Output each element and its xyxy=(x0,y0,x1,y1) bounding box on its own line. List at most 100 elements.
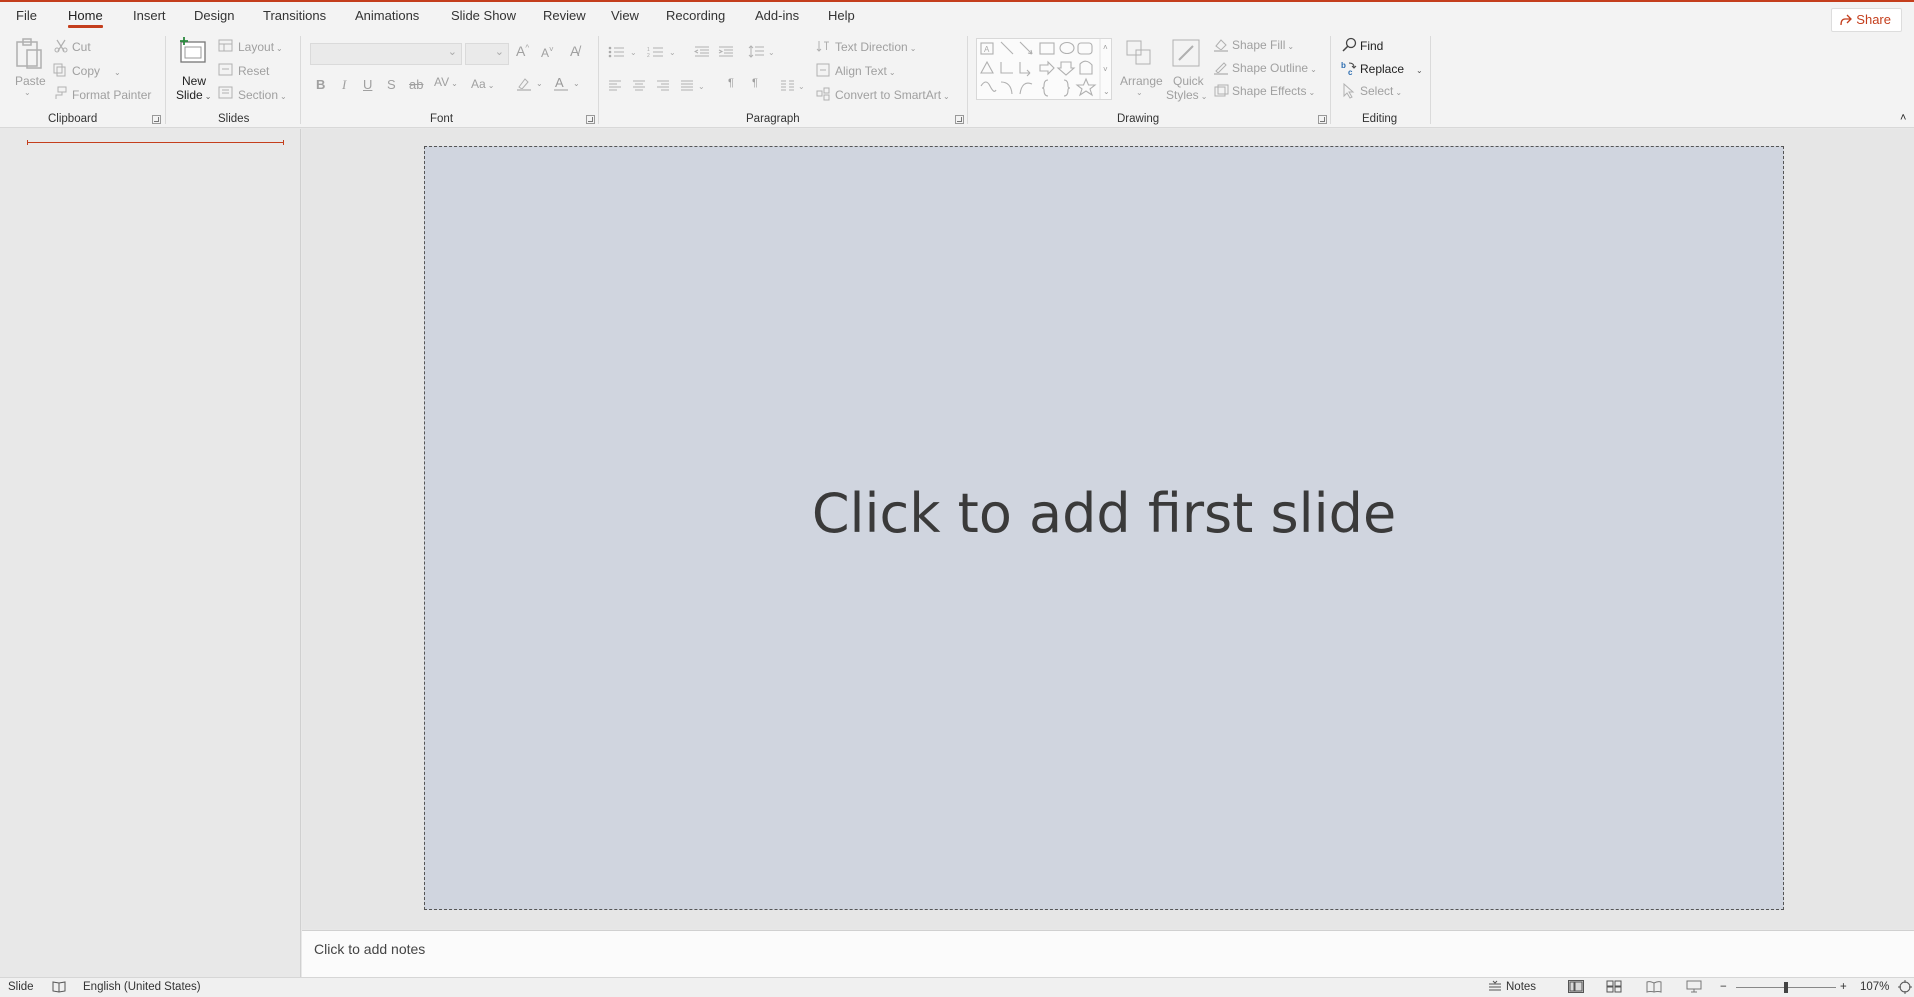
slide-sorter-icon[interactable] xyxy=(1606,980,1622,996)
bullets-icon[interactable]: ⌄ xyxy=(608,46,640,61)
decrease-indent-icon[interactable] xyxy=(693,46,710,61)
language-status[interactable]: English (United States) xyxy=(83,981,201,993)
columns-icon[interactable]: ⌄ xyxy=(780,80,810,95)
drawing-dialog-launcher[interactable] xyxy=(1318,115,1327,124)
font-name-combo[interactable] xyxy=(310,43,462,65)
zoom-in-button[interactable]: + xyxy=(1840,981,1847,993)
decrease-font-size-icon[interactable]: A˅ xyxy=(541,45,554,60)
cut-button[interactable]: Cut xyxy=(72,40,91,54)
tab-help[interactable]: Help xyxy=(828,8,855,23)
notes-toggle-button[interactable]: Notes xyxy=(1506,981,1536,993)
tab-view[interactable]: View xyxy=(611,8,639,23)
tab-transitions[interactable]: Transitions xyxy=(263,8,326,23)
arrange-button[interactable]: Arrange xyxy=(1120,74,1163,88)
tab-design[interactable]: Design xyxy=(194,8,234,23)
reset-button[interactable]: Reset xyxy=(238,64,269,78)
quick-styles-button[interactable]: Styles ⌄ xyxy=(1166,88,1207,102)
paste-button[interactable] xyxy=(14,38,44,73)
clear-formatting-icon[interactable]: A̸ xyxy=(570,43,579,59)
italic-icon[interactable]: I xyxy=(342,77,346,93)
section-button[interactable]: Section ⌄ xyxy=(238,88,287,102)
find-button[interactable]: Find xyxy=(1360,39,1383,53)
shape-fill-label: Shape Fill xyxy=(1232,38,1286,52)
select-button[interactable]: Select ⌄ xyxy=(1360,84,1402,98)
drawing-group-label: Drawing xyxy=(1117,113,1160,125)
slide-insertion-marker xyxy=(27,140,284,145)
layout-button[interactable]: Layout ⌄ xyxy=(238,40,283,54)
clipboard-group-label: Clipboard xyxy=(48,113,98,125)
align-left-icon[interactable] xyxy=(608,80,622,95)
svg-text:⌄: ⌄ xyxy=(630,48,637,57)
fit-to-window-icon[interactable] xyxy=(1898,980,1912,997)
new-slide-button[interactable]: Slide ⌄ xyxy=(176,88,211,102)
svg-text:⌄: ⌄ xyxy=(768,48,775,57)
layout-icon xyxy=(218,39,233,55)
select-label: Select xyxy=(1360,84,1394,98)
clipboard-dialog-launcher[interactable] xyxy=(152,115,161,124)
ltr-icon[interactable]: ¶ xyxy=(728,77,734,89)
tab-review[interactable]: Review xyxy=(543,8,586,23)
convert-smartart-button[interactable]: Convert to SmartArt ⌄ xyxy=(835,88,950,102)
underline-icon[interactable]: U xyxy=(363,77,372,92)
increase-font-size-icon[interactable]: A^ xyxy=(516,43,529,59)
tab-file[interactable]: File xyxy=(16,8,37,23)
tab-recording[interactable]: Recording xyxy=(666,8,725,23)
new-slide-label-line1[interactable]: New xyxy=(182,74,206,88)
strikethrough-icon[interactable]: ab xyxy=(409,77,423,92)
shape-outline-button[interactable]: Shape Outline ⌄ xyxy=(1232,61,1317,75)
paste-dropdown-icon[interactable]: ⌄ xyxy=(24,88,31,97)
add-first-slide-placeholder[interactable]: Click to add first slide xyxy=(424,146,1784,910)
paragraph-dialog-launcher[interactable] xyxy=(955,115,964,124)
tab-home[interactable]: Home xyxy=(68,8,103,28)
text-shadow-icon[interactable]: S xyxy=(387,77,396,92)
normal-view-icon[interactable] xyxy=(1568,980,1584,996)
zoom-level[interactable]: 107% xyxy=(1860,981,1889,993)
align-right-icon[interactable] xyxy=(656,80,670,95)
shapes-gallery[interactable]: A ˄ ˅ ⌄ xyxy=(976,38,1112,103)
highlight-color-icon[interactable]: ⌄ xyxy=(516,76,544,95)
share-button[interactable]: Share xyxy=(1831,8,1902,32)
font-size-combo[interactable] xyxy=(465,43,509,65)
collapse-ribbon-icon[interactable]: ˄ xyxy=(1900,112,1906,124)
justify-icon[interactable]: ⌄ xyxy=(680,80,710,95)
layout-label: Layout xyxy=(238,40,275,54)
paste-label: Paste xyxy=(15,74,46,88)
quick-styles-label-line1[interactable]: Quick xyxy=(1173,74,1204,88)
change-case-icon[interactable]: Aa ⌄ xyxy=(471,77,494,91)
shape-effects-button[interactable]: Shape Effects ⌄ xyxy=(1232,84,1315,98)
align-text-button[interactable]: Align Text ⌄ xyxy=(835,64,896,78)
bold-icon[interactable]: B xyxy=(316,77,325,92)
slide-show-icon[interactable] xyxy=(1686,980,1702,996)
tab-add-ins[interactable]: Add-ins xyxy=(755,8,799,23)
new-slide-label-line2: Slide xyxy=(176,88,203,102)
notes-pane[interactable]: Click to add notes xyxy=(302,930,1914,977)
copy-button[interactable]: Copy ⌄ xyxy=(72,64,121,78)
arrange-dropdown-icon[interactable]: ⌄ xyxy=(1136,88,1143,97)
tab-insert[interactable]: Insert xyxy=(133,8,166,23)
shape-fill-button[interactable]: Shape Fill ⌄ xyxy=(1232,38,1294,52)
align-center-icon[interactable] xyxy=(632,80,646,95)
tab-animations[interactable]: Animations xyxy=(355,8,419,23)
svg-text:⌄: ⌄ xyxy=(536,79,543,88)
replace-button[interactable]: Replace ⌄ xyxy=(1360,62,1423,76)
reading-view-icon[interactable] xyxy=(1646,980,1662,996)
slide-thumbnail-pane[interactable] xyxy=(0,129,301,977)
character-spacing-icon[interactable]: AV ⌄ xyxy=(434,75,458,89)
zoom-out-button[interactable]: − xyxy=(1720,981,1727,993)
zoom-slider-thumb[interactable] xyxy=(1784,982,1788,993)
accessibility-icon[interactable] xyxy=(52,980,66,996)
svg-text:b: b xyxy=(1341,61,1346,70)
line-spacing-icon[interactable]: ⌄ xyxy=(748,45,778,62)
increase-indent-icon[interactable] xyxy=(718,46,734,61)
rtl-icon[interactable]: ¶ xyxy=(752,77,758,89)
font-dialog-launcher[interactable] xyxy=(586,115,595,124)
tab-slide-show[interactable]: Slide Show xyxy=(451,8,516,23)
svg-text:2: 2 xyxy=(647,53,650,58)
text-direction-button[interactable]: Text Direction ⌄ xyxy=(835,40,916,54)
numbering-icon[interactable]: 1 2 ⌄ xyxy=(647,46,679,61)
format-painter-icon xyxy=(53,86,67,103)
font-color-icon[interactable]: A ⌄ xyxy=(553,75,581,95)
shape-effects-icon xyxy=(1213,83,1229,102)
quick-styles-label-line2: Styles xyxy=(1166,88,1199,102)
format-painter-button[interactable]: Format Painter xyxy=(72,88,151,102)
